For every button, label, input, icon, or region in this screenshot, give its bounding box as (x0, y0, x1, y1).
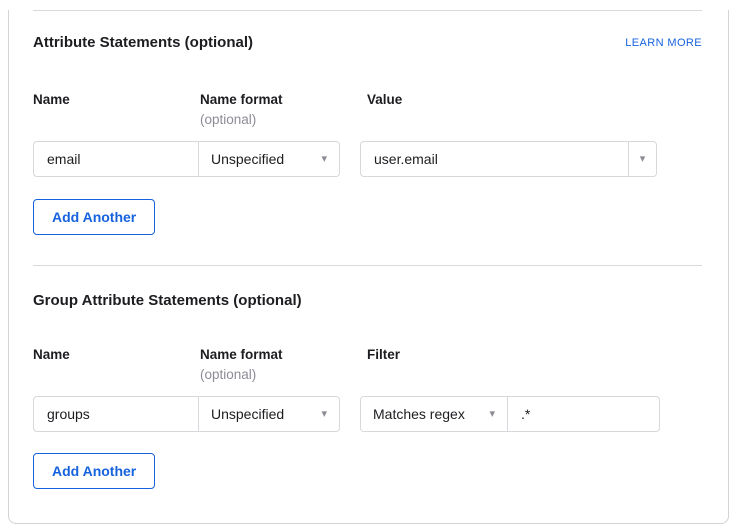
attribute-name-format-selected: Unspecified (211, 151, 284, 167)
attribute-name-format-group: Unspecified ▾ (33, 141, 340, 177)
group-filter-group: Matches regex ▾ (360, 396, 660, 432)
column-value: Value (367, 92, 402, 128)
column-name: Name (33, 347, 200, 383)
column-name-format: Name format (optional) (200, 92, 367, 128)
column-filter: Filter (367, 347, 400, 383)
group-filter-value-input[interactable] (507, 397, 659, 431)
add-another-attribute-button[interactable]: Add Another (33, 199, 155, 235)
attribute-value-group: ▾ (360, 141, 657, 177)
attribute-name-input[interactable] (34, 142, 198, 176)
add-another-group-attribute-button[interactable]: Add Another (33, 453, 155, 489)
attribute-value-dropdown-button[interactable]: ▾ (628, 142, 656, 176)
learn-more-link[interactable]: LEARN MORE (625, 35, 702, 51)
attribute-value-input[interactable] (361, 142, 628, 176)
attribute-name-format-select[interactable]: Unspecified ▾ (198, 142, 339, 176)
attribute-statements-section-header: Attribute Statements (optional) LEARN MO… (33, 33, 702, 53)
chevron-down-icon: ▾ (489, 409, 495, 420)
group-attribute-statements-section-header: Group Attribute Statements (optional) (33, 291, 702, 311)
group-name-format-group: Unspecified ▾ (33, 396, 340, 432)
column-name: Name (33, 92, 200, 128)
group-filter-type-selected: Matches regex (373, 406, 465, 422)
group-name-format-selected: Unspecified (211, 406, 284, 422)
column-name-format: Name format (optional) (200, 347, 367, 383)
attribute-column-headers: Name Name format (optional) Value (33, 92, 702, 128)
attribute-statements-title: Attribute Statements (optional) (33, 33, 253, 53)
group-attribute-statement-row: Unspecified ▾ Matches regex ▾ (33, 396, 702, 432)
group-filter-type-select[interactable]: Matches regex ▾ (361, 397, 507, 431)
chevron-down-icon: ▾ (640, 154, 646, 165)
group-attribute-column-headers: Name Name format (optional) Filter (33, 347, 702, 383)
top-divider (33, 10, 702, 11)
group-name-format-select[interactable]: Unspecified ▾ (198, 397, 339, 431)
saml-settings-card: Attribute Statements (optional) LEARN MO… (8, 10, 729, 524)
group-attribute-statements-title: Group Attribute Statements (optional) (33, 291, 302, 311)
chevron-down-icon: ▾ (321, 154, 327, 165)
attribute-statement-row: Unspecified ▾ ▾ (33, 141, 702, 177)
group-name-input[interactable] (34, 397, 198, 431)
chevron-down-icon: ▾ (321, 409, 327, 420)
section-divider (33, 265, 702, 266)
